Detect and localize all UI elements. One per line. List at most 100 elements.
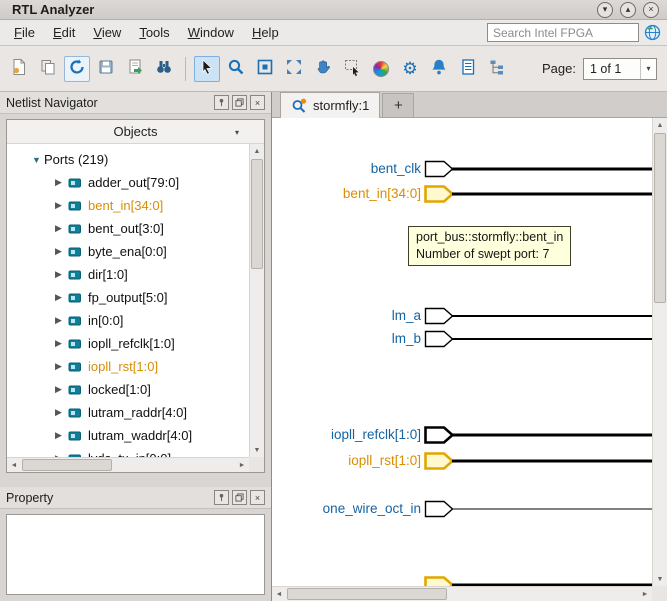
objects-filter-dropdown-icon[interactable]: ▾ (229, 124, 245, 140)
scrollbar-thumb[interactable] (287, 588, 447, 600)
schematic-port-iopll_rst[interactable]: iopll_rst[1:0] (272, 452, 652, 470)
tree-item[interactable]: ▶ lutram_waddr[4:0] (7, 424, 249, 447)
settings-button[interactable]: ⚙ (397, 56, 423, 82)
tree-item[interactable]: ▶ lutram_raddr[4:0] (7, 401, 249, 424)
zoom-tool-button[interactable] (223, 56, 249, 82)
scroll-down-icon[interactable]: ▼ (653, 572, 667, 586)
expand-arrow-icon[interactable]: ▶ (51, 315, 66, 326)
collapse-arrow-icon[interactable]: ▼ (29, 155, 44, 165)
float-button[interactable] (232, 490, 247, 505)
scroll-up-icon[interactable]: ▲ (250, 144, 264, 158)
input-port-symbol[interactable] (424, 426, 454, 444)
reload-netlist-button[interactable] (64, 56, 90, 82)
input-port-symbol[interactable] (424, 307, 454, 325)
tree-item[interactable]: ▶ fp_output[5:0] (7, 286, 249, 309)
page-selector[interactable]: 1 of 1 ▾ (583, 58, 657, 80)
maximize-button[interactable]: ▴ (620, 2, 636, 18)
schematic-port-partial[interactable] (272, 576, 652, 586)
wire[interactable] (452, 509, 652, 510)
close-panel-button[interactable]: × (250, 95, 265, 110)
input-port-symbol-highlighted[interactable] (424, 185, 454, 203)
tab-stormfly[interactable]: stormfly:1 (280, 92, 380, 118)
tree-vertical-scrollbar[interactable]: ▲ ▼ (249, 144, 264, 457)
wire[interactable] (452, 460, 652, 463)
notifications-button[interactable] (426, 56, 452, 82)
scrollbar-thumb[interactable] (251, 159, 263, 269)
input-port-symbol-highlighted[interactable] (424, 452, 454, 470)
expand-arrow-icon[interactable]: ▶ (51, 292, 66, 303)
export-button[interactable] (122, 56, 148, 82)
scrollbar-thumb[interactable] (22, 459, 112, 471)
menu-window[interactable]: Window (180, 22, 242, 43)
tree-item[interactable]: ▶ lvds_tx_in[0:0] (7, 447, 249, 457)
wire[interactable] (452, 193, 652, 196)
menu-view[interactable]: View (85, 22, 129, 43)
search-input[interactable] (487, 23, 639, 42)
color-settings-button[interactable] (368, 56, 394, 82)
scroll-right-icon[interactable]: ► (235, 458, 249, 472)
input-port-symbol[interactable] (424, 330, 454, 348)
expand-arrow-icon[interactable]: ▶ (51, 177, 66, 188)
tree-item[interactable]: ▶ iopll_rst[1:0] (7, 355, 249, 378)
wire[interactable] (452, 434, 652, 437)
menu-tools[interactable]: Tools (131, 22, 177, 43)
tree-horizontal-scrollbar[interactable]: ◄ ► (7, 457, 249, 472)
expand-arrow-icon[interactable]: ▶ (51, 430, 66, 441)
area-select-button[interactable] (339, 56, 365, 82)
expand-arrow-icon[interactable]: ▶ (51, 269, 66, 280)
schematic-port-lm_a[interactable]: lm_a (272, 307, 652, 325)
menu-file[interactable]: File (6, 22, 43, 43)
expand-arrow-icon[interactable]: ▶ (51, 223, 66, 234)
new-tab-button[interactable]: + (382, 93, 414, 117)
new-file-button[interactable] (6, 56, 32, 82)
pan-tool-button[interactable] (310, 56, 336, 82)
tree-item[interactable]: ▶ in[0:0] (7, 309, 249, 332)
schematic-port-lm_b[interactable]: lm_b (272, 330, 652, 348)
wire[interactable] (452, 338, 652, 340)
minimize-button[interactable]: ▾ (597, 2, 613, 18)
tree-item[interactable]: ▶ adder_out[79:0] (7, 171, 249, 194)
pin-button[interactable] (214, 95, 229, 110)
schematic-port-bent_in[interactable]: bent_in[34:0] (272, 185, 652, 203)
close-button[interactable]: × (643, 2, 659, 18)
hierarchy-button[interactable] (484, 56, 510, 82)
schematic-port-one_wire_oct_in[interactable]: one_wire_oct_in (272, 500, 652, 518)
menu-help[interactable]: Help (244, 22, 287, 43)
find-button[interactable] (151, 56, 177, 82)
float-button[interactable] (232, 95, 247, 110)
schematic-port-bent_clk[interactable]: bent_clk (272, 160, 652, 178)
tree-item-ports-root[interactable]: ▼ Ports (219) (7, 148, 249, 171)
input-port-symbol[interactable] (424, 160, 454, 178)
input-port-symbol-highlighted[interactable] (424, 576, 454, 586)
tree-item[interactable]: ▶ dir[1:0] (7, 263, 249, 286)
close-panel-button[interactable]: × (250, 490, 265, 505)
scroll-right-icon[interactable]: ► (638, 587, 652, 601)
tree-item[interactable]: ▶ bent_out[3:0] (7, 217, 249, 240)
objects-column-header[interactable]: Objects ▾ (7, 120, 264, 144)
scroll-left-icon[interactable]: ◄ (7, 458, 21, 472)
tree-item[interactable]: ▶ bent_in[34:0] (7, 194, 249, 217)
menu-edit[interactable]: Edit (45, 22, 83, 43)
scroll-left-icon[interactable]: ◄ (272, 587, 286, 601)
expand-arrow-icon[interactable]: ▶ (51, 200, 66, 211)
scroll-down-icon[interactable]: ▼ (250, 443, 264, 457)
globe-icon[interactable] (644, 24, 661, 41)
report-button[interactable] (455, 56, 481, 82)
tree-item[interactable]: ▶ byte_ena[0:0] (7, 240, 249, 263)
select-tool-button[interactable] (194, 56, 220, 82)
expand-arrow-icon[interactable]: ▶ (51, 246, 66, 257)
wire[interactable] (452, 168, 652, 171)
canvas-vertical-scrollbar[interactable]: ▲ ▼ (652, 118, 667, 586)
canvas-horizontal-scrollbar[interactable]: ◄ ► (272, 586, 652, 601)
copy-button[interactable] (35, 56, 61, 82)
scroll-up-icon[interactable]: ▲ (653, 118, 667, 132)
tree-item[interactable]: ▶ iopll_refclk[1:0] (7, 332, 249, 355)
schematic-port-iopll_refclk[interactable]: iopll_refclk[1:0] (272, 426, 652, 444)
expand-all-button[interactable] (281, 56, 307, 82)
scrollbar-thumb[interactable] (654, 133, 666, 303)
input-port-symbol[interactable] (424, 500, 454, 518)
fit-view-button[interactable] (252, 56, 278, 82)
expand-arrow-icon[interactable]: ▶ (51, 361, 66, 372)
save-button[interactable] (93, 56, 119, 82)
expand-arrow-icon[interactable]: ▶ (51, 338, 66, 349)
